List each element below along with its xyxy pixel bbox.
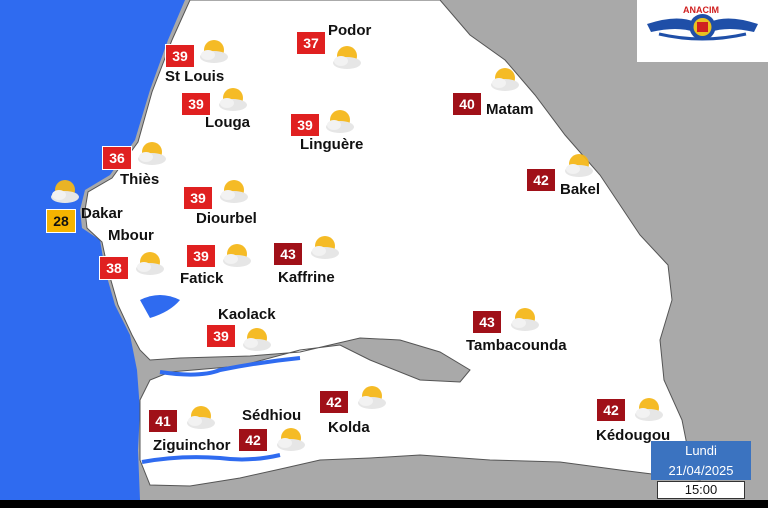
city-label: Fatick <box>180 270 224 287</box>
city-label: Louga <box>205 114 250 131</box>
temperature-badge: 42 <box>596 398 626 422</box>
temperature-badge: 39 <box>165 44 195 68</box>
temperature-badge: 28 <box>46 209 76 233</box>
temperature-badge: 42 <box>526 168 556 192</box>
temperature-badge: 39 <box>186 244 216 268</box>
city-label: Ziguinchor <box>153 437 231 454</box>
temperature-badge: 42 <box>238 428 268 452</box>
date-day: Lundi <box>651 441 751 461</box>
partly-sunny-icon <box>326 110 354 133</box>
temperature-badge: 41 <box>148 409 178 433</box>
date-panel: Lundi 21/04/2025 15:00 <box>651 441 751 499</box>
partly-sunny-icon <box>635 398 663 421</box>
weather-icon-wrap <box>274 426 308 454</box>
temperature-badge: 39 <box>183 186 213 210</box>
temperature-badge: 43 <box>273 242 303 266</box>
weather-icon-wrap <box>197 38 231 66</box>
temperature-badge: 40 <box>452 92 482 116</box>
city-label: St Louis <box>165 68 225 85</box>
temperature-badge: 39 <box>290 113 320 137</box>
partly-sunny-icon <box>187 406 215 429</box>
weather-icon-wrap <box>240 326 274 354</box>
weather-icon-wrap <box>184 404 218 432</box>
weather-icon-wrap <box>308 234 342 262</box>
temperature-badge: 38 <box>99 256 129 280</box>
weather-icon-wrap <box>135 140 169 168</box>
city-label: Kaolack <box>218 306 276 323</box>
senegal-map <box>0 0 701 500</box>
weather-map: ANACIM Lundi 21/04/2025 15:00 39 St Louis… <box>0 0 768 500</box>
weather-icon-wrap <box>217 178 251 206</box>
city-label: Thiès <box>120 171 160 188</box>
weather-icon-wrap <box>220 242 254 270</box>
weather-icon-wrap <box>323 108 357 136</box>
partly-sunny-icon <box>277 428 305 451</box>
city-label: Kaffrine <box>278 269 335 286</box>
partly-sunny-icon <box>358 386 386 409</box>
temperature-badge: 37 <box>296 31 326 55</box>
partly-sunny-icon <box>491 68 519 91</box>
city-label: Diourbel <box>196 210 257 227</box>
city-label: Sédhiou <box>242 407 302 424</box>
city-label: Kédougou <box>596 427 671 444</box>
partly-sunny-icon <box>219 88 247 111</box>
partly-sunny-icon <box>333 46 361 69</box>
partly-sunny-icon <box>243 328 271 351</box>
temperature-badge: 36 <box>102 146 132 170</box>
weather-icon-wrap <box>488 66 522 94</box>
city-label: Podor <box>328 22 372 39</box>
date-time: 15:00 <box>657 481 745 499</box>
partly-sunny-icon <box>200 40 228 63</box>
weather-icon-wrap <box>508 306 542 334</box>
weather-icon-wrap <box>48 178 82 206</box>
partly-sunny-icon <box>223 244 251 267</box>
partly-sunny-icon <box>565 154 593 177</box>
date-value: 21/04/2025 <box>651 461 751 480</box>
partly-sunny-icon <box>511 308 539 331</box>
city-label: Linguère <box>300 136 364 153</box>
weather-icon-wrap <box>562 152 596 180</box>
city-label: Tambacounda <box>466 337 567 354</box>
city-label: Mbour <box>108 227 154 244</box>
weather-icon-wrap <box>133 250 167 278</box>
logo-text: ANACIM <box>683 5 719 15</box>
partly-sunny-icon <box>51 180 79 203</box>
weather-icon-wrap <box>632 396 666 424</box>
city-label: Bakel <box>560 181 601 198</box>
weather-icon-wrap <box>355 384 389 412</box>
weather-icon-wrap <box>330 44 364 72</box>
weather-icon-wrap <box>216 86 250 114</box>
temperature-badge: 43 <box>472 310 502 334</box>
city-label: Kolda <box>328 419 370 436</box>
city-label: Matam <box>486 101 534 118</box>
anacim-logo: ANACIM <box>637 0 768 62</box>
partly-sunny-icon <box>311 236 339 259</box>
temperature-badge: 42 <box>319 390 349 414</box>
city-label: Dakar <box>81 205 123 222</box>
temperature-badge: 39 <box>206 324 236 348</box>
partly-sunny-icon <box>220 180 248 203</box>
partly-sunny-icon <box>136 252 164 275</box>
partly-sunny-icon <box>138 142 166 165</box>
temperature-badge: 39 <box>181 92 211 116</box>
